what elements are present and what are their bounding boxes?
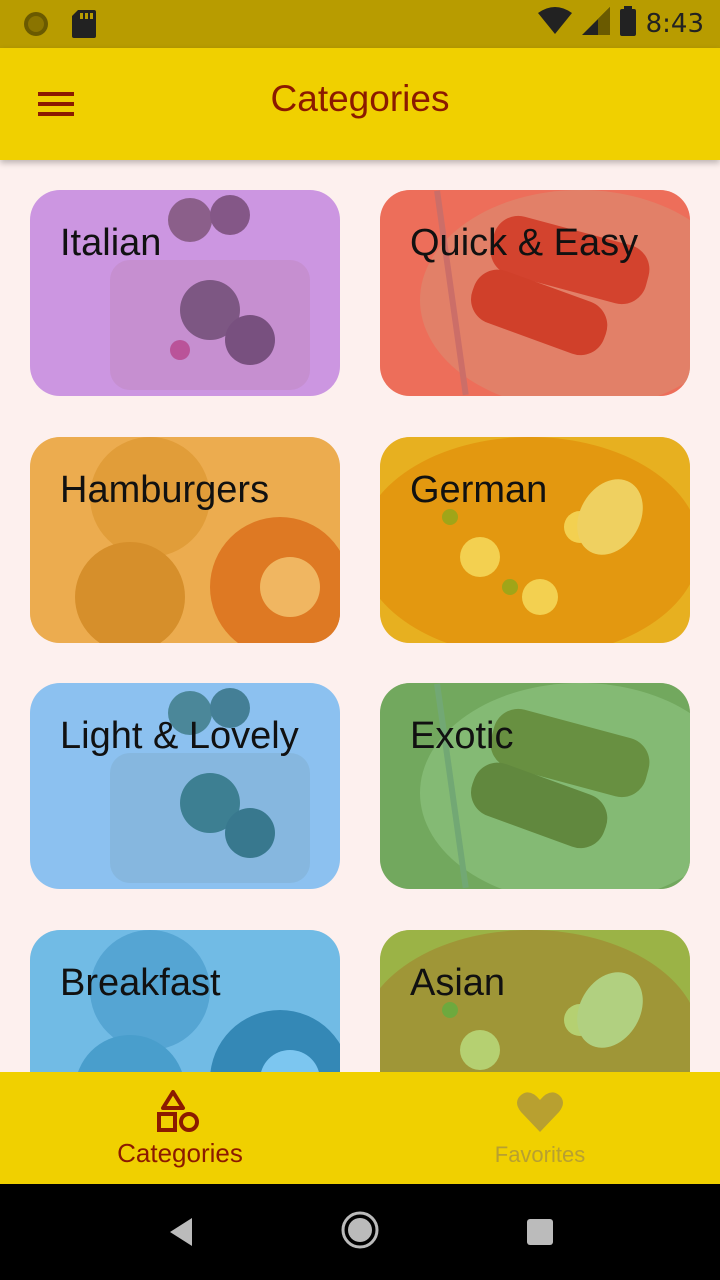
nav-label-favorites: Favorites xyxy=(494,1142,586,1167)
status-bar: 8:43 xyxy=(0,0,720,48)
page-title: Categories xyxy=(270,78,450,119)
category-card-german[interactable]: German xyxy=(380,437,690,643)
app-bar: Categories xyxy=(0,48,720,160)
category-card-italian[interactable]: Italian xyxy=(30,190,340,396)
bottom-navigation: Categories Favorites xyxy=(0,1072,720,1184)
category-label: German xyxy=(410,469,548,511)
system-navigation xyxy=(0,1184,720,1280)
category-card-breakfast[interactable]: Breakfast xyxy=(30,930,340,1072)
category-label: Quick & Easy xyxy=(410,222,639,264)
category-label: Hamburgers xyxy=(60,469,270,511)
category-card-asian[interactable]: Asian xyxy=(380,930,690,1072)
status-time: 8:43 xyxy=(645,8,704,39)
sd-card-icon xyxy=(72,10,96,43)
battery-icon xyxy=(619,6,636,41)
category-card-light-lovely[interactable]: Light & Lovely xyxy=(30,683,340,889)
nav-label-categories: Categories xyxy=(117,1138,243,1168)
recents-icon[interactable] xyxy=(526,1218,554,1251)
sun-icon xyxy=(22,10,50,43)
back-icon[interactable] xyxy=(166,1212,194,1257)
category-label: Italian xyxy=(60,222,162,264)
nav-tab-favorites[interactable]: Favorites xyxy=(360,1072,720,1184)
category-label: Exotic xyxy=(410,715,514,757)
category-card-exotic[interactable]: Exotic xyxy=(380,683,690,889)
category-card-quick-easy[interactable]: Quick & Easy xyxy=(380,190,690,396)
home-icon[interactable] xyxy=(340,1210,380,1255)
nav-tab-categories[interactable]: Categories xyxy=(0,1072,360,1184)
category-grid: Italian Quick & Easy Hamburgers German L… xyxy=(0,160,720,1072)
category-label: Light & Lovely xyxy=(60,715,299,757)
wifi-icon xyxy=(537,7,572,40)
category-label: Breakfast xyxy=(60,962,221,1004)
heart-icon xyxy=(515,1090,565,1134)
category-card-hamburgers[interactable]: Hamburgers xyxy=(30,437,340,643)
signal-icon xyxy=(581,7,610,40)
category-label: Asian xyxy=(410,962,506,1004)
shapes-icon xyxy=(155,1090,205,1134)
